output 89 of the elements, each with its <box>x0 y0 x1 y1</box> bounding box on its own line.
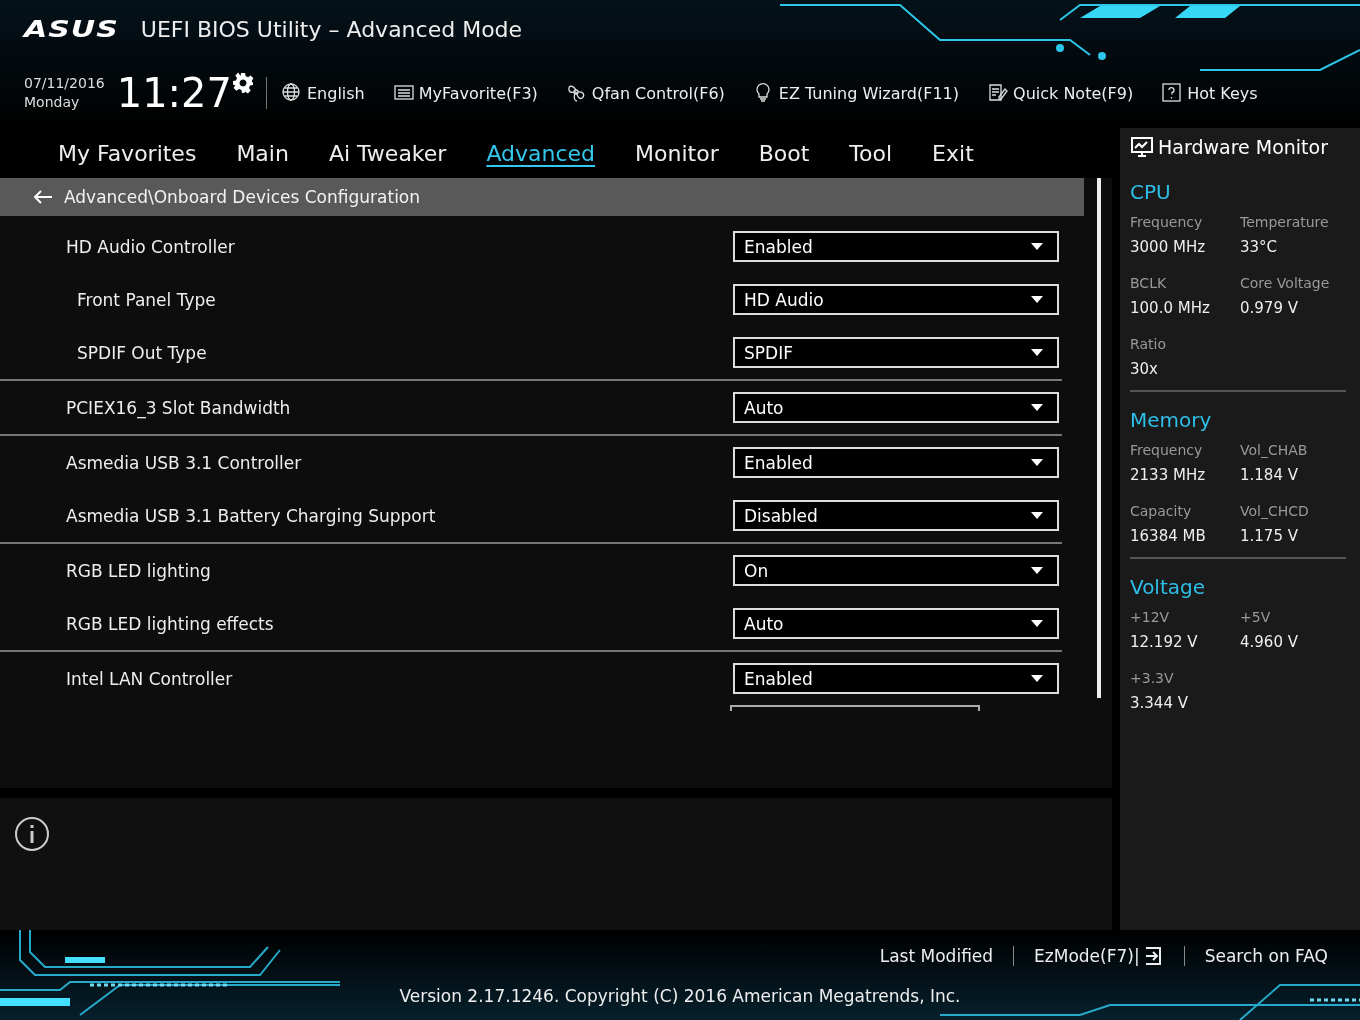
window-title: UEFI BIOS Utility – Advanced Mode <box>140 16 523 42</box>
scrollbar[interactable] <box>1097 178 1101 698</box>
setting-dropdown[interactable]: Auto <box>733 392 1059 423</box>
reading-value: 1.184 V <box>1240 466 1299 484</box>
setting-label: Asmedia USB 3.1 Controller <box>66 452 302 473</box>
toolbar-button[interactable]: Quick Note(F9) <box>987 82 1134 104</box>
logo: ASUS <box>24 15 119 43</box>
setting-dropdown[interactable]: Enabled <box>733 447 1059 478</box>
setting-label: RGB LED lighting effects <box>66 613 274 634</box>
dropdown-caret-icon <box>1031 296 1043 303</box>
settings-icon[interactable] <box>232 72 254 94</box>
menu-tab[interactable]: Monitor <box>635 140 719 166</box>
dropdown-caret-icon <box>1031 675 1043 682</box>
note-icon <box>987 82 1010 104</box>
clock-time: 11:27 <box>116 70 232 116</box>
reading-label: Ratio <box>1130 336 1167 352</box>
dropdown-caret-icon <box>1031 512 1043 519</box>
reading-label: Vol_CHCD <box>1240 503 1310 519</box>
reading-value: 33°C <box>1240 238 1279 256</box>
toolbar-button[interactable]: MyFavorite(F3) <box>392 82 538 104</box>
globe-icon <box>281 82 303 104</box>
reading-label: Temperature <box>1240 214 1330 230</box>
menu-tab[interactable]: Exit <box>932 140 974 166</box>
reading-value: 30x <box>1130 360 1159 378</box>
exit-icon <box>1143 946 1164 966</box>
dropdown-caret-icon <box>1031 459 1043 466</box>
footer-link[interactable]: EzMode(F7)| <box>1013 946 1184 966</box>
setting-dropdown[interactable]: Enabled <box>733 231 1059 262</box>
setting-label: HD Audio Controller <box>66 236 235 257</box>
setting-dropdown[interactable]: Disabled <box>733 500 1059 531</box>
reading-value: 3000 MHz <box>1130 238 1207 256</box>
reading-label: +12V <box>1130 609 1171 625</box>
monitor-icon <box>1130 136 1154 158</box>
menu-tab[interactable]: Ai Tweaker <box>328 140 447 166</box>
reading-label: Frequency <box>1130 214 1204 230</box>
toolbar-button[interactable]: Qfan Control(F6) <box>565 82 725 104</box>
back-arrow-icon[interactable] <box>32 189 54 205</box>
weekday: Monday <box>24 93 81 112</box>
setting-label: Asmedia USB 3.1 Battery Charging Support <box>66 505 436 526</box>
footer-link[interactable]: Last Modified <box>859 946 1014 966</box>
dropdown-caret-icon <box>1031 349 1043 356</box>
help-icon <box>1161 82 1184 104</box>
breadcrumb-bar[interactable]: Advanced\Onboard Devices Configuration <box>0 178 1084 216</box>
info-icon <box>14 816 50 852</box>
reading-value: 4.960 V <box>1240 633 1299 651</box>
dropdown-caret-icon <box>1031 404 1043 411</box>
reading-value: 0.979 V <box>1240 299 1299 317</box>
reading-value: 12.192 V <box>1130 633 1199 651</box>
copyright-text: Version 2.17.1246. Copyright (C) 2016 American Megatrends, Inc. <box>399 986 961 1006</box>
section-title: CPU <box>1130 180 1172 204</box>
setting-dropdown[interactable]: Enabled <box>733 663 1059 694</box>
panel-title: Hardware Monitor <box>1158 136 1328 158</box>
dropdown-caret-icon <box>1031 567 1043 574</box>
date: 07/11/2016 <box>24 74 105 93</box>
section-title: Voltage <box>1130 575 1207 599</box>
section-title: Memory <box>1130 408 1213 432</box>
reading-value: 1.175 V <box>1240 527 1299 545</box>
reading-value: 100.0 MHz <box>1130 299 1211 317</box>
toolbar-button[interactable]: Hot Keys <box>1161 82 1258 104</box>
footer-link[interactable]: Search on FAQ <box>1183 946 1348 966</box>
reading-label: Vol_CHAB <box>1240 442 1309 458</box>
toolbar-button[interactable]: English <box>281 82 365 104</box>
setting-label: SPDIF Out Type <box>77 342 207 363</box>
reading-label: Capacity <box>1130 503 1193 519</box>
menu-tab[interactable]: Advanced <box>486 140 596 166</box>
setting-dropdown[interactable]: Auto <box>733 608 1059 639</box>
setting-label: Front Panel Type <box>77 289 216 310</box>
setting-dropdown[interactable]: HD Audio <box>733 284 1059 315</box>
reading-value: 3.344 V <box>1130 694 1189 712</box>
menu-tab[interactable]: Boot <box>758 140 810 166</box>
toolbar-button[interactable]: EZ Tuning Wizard(F11) <box>752 82 960 104</box>
breadcrumb-path: Advanced\Onboard Devices Configuration <box>64 187 421 207</box>
menu-tab[interactable]: Tool <box>849 140 893 166</box>
setting-dropdown[interactable]: SPDIF <box>733 337 1059 368</box>
setting-label: PCIEX16_3 Slot Bandwidth <box>66 397 291 418</box>
reading-label: +5V <box>1240 609 1272 625</box>
menu-tab[interactable]: My Favorites <box>58 140 197 166</box>
reading-label: +3.3V <box>1130 670 1175 686</box>
reading-label: Frequency <box>1130 442 1204 458</box>
reading-value: 16384 MB <box>1130 527 1207 545</box>
setting-label: Intel LAN Controller <box>66 668 233 689</box>
dropdown-caret-icon <box>1031 620 1043 627</box>
setting-label: RGB LED lighting <box>66 560 211 581</box>
menu-tab[interactable]: Main <box>236 140 289 166</box>
dropdown-caret-icon <box>1031 243 1043 250</box>
reading-label: BCLK <box>1130 275 1168 291</box>
reading-value: 2133 MHz <box>1130 466 1207 484</box>
setting-dropdown[interactable]: On <box>733 555 1059 586</box>
reading-label: Core Voltage <box>1240 275 1331 291</box>
